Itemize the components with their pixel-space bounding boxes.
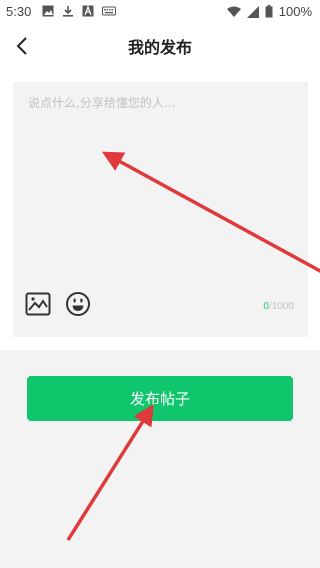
insert-emoji-button[interactable]	[65, 291, 91, 317]
insert-image-button[interactable]	[25, 291, 51, 317]
download-icon	[63, 6, 73, 17]
image-icon	[25, 292, 51, 316]
page-title: 我的发布	[127, 38, 192, 57]
status-notification-icons	[42, 5, 116, 17]
battery-percent: 100%	[278, 4, 312, 19]
post-composer: 0/1000	[13, 82, 308, 337]
char-limit: /1000	[268, 301, 294, 312]
bottom-panel: 发布帖子	[0, 350, 320, 568]
battery-icon	[265, 5, 273, 18]
status-bar: 5:30 100%	[0, 0, 320, 24]
a-box-icon	[82, 5, 94, 17]
char-counter: 0/1000	[263, 301, 294, 312]
publish-post-button[interactable]: 发布帖子	[27, 376, 293, 421]
post-content-input[interactable]	[26, 92, 300, 266]
wifi-icon	[226, 6, 241, 17]
status-time: 5:30	[6, 4, 32, 19]
header: 我的发布	[0, 24, 320, 68]
status-system-icons: 100%	[226, 4, 312, 19]
keyboard-icon	[102, 6, 116, 16]
image-icon	[42, 5, 54, 17]
emoji-icon	[66, 292, 90, 316]
signal-icon	[246, 5, 259, 18]
